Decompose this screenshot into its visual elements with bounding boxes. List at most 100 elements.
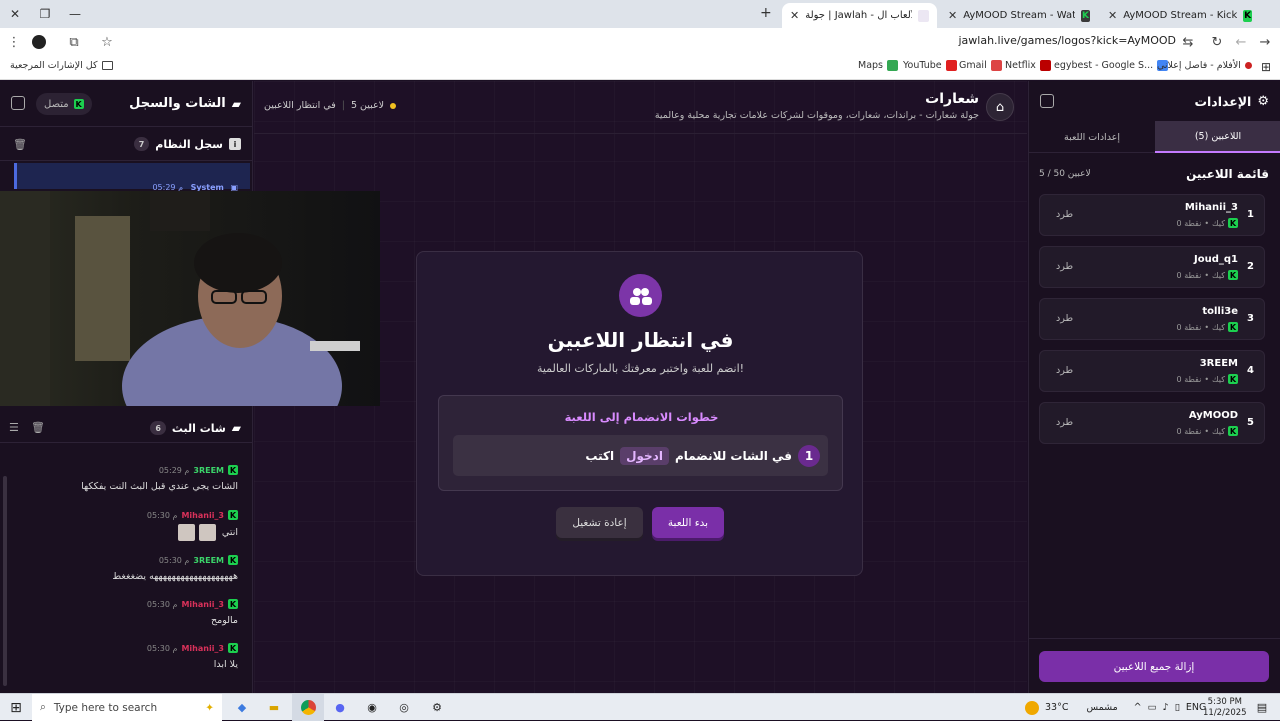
volume-icon[interactable]: ♪ (1163, 702, 1169, 713)
bookmark-netflix[interactable]: Netflix (1005, 60, 1051, 71)
players-count: 5 / 50 لاعبين (1039, 169, 1091, 179)
stream-chat-header: ☰ 🗑 6 شات البث ▰ (0, 413, 253, 443)
close-tab-icon[interactable]: ✕ (1108, 9, 1117, 22)
kick-icon: K (1228, 270, 1238, 280)
sun-icon (1025, 700, 1039, 715)
app-icon[interactable]: ◎ (390, 694, 418, 721)
tab-players[interactable]: اللاعبين (5) (1155, 121, 1280, 153)
platform-label: كيك (1212, 322, 1225, 332)
address-bar[interactable]: jawlah.live/games/logos?kick=AyMOOD (959, 34, 1177, 47)
windows-taskbar: ⊞ ⌕ Type here to search ✦ ◆ ▬ ● ◉ ◎ ⚙ 33… (0, 693, 1280, 721)
gmail-icon (990, 60, 1002, 71)
close-tab-icon[interactable]: ✕ (790, 9, 799, 22)
info-icon: i (229, 138, 241, 150)
chrome-icon[interactable] (292, 694, 324, 721)
discord-icon[interactable]: ● (326, 694, 354, 721)
player-points: 0 نقطة (1176, 218, 1202, 228)
close-tab-icon[interactable]: ✕ (948, 9, 957, 22)
jawlah-icon (918, 9, 929, 22)
start-game-button[interactable]: بدء اللعبة (652, 507, 724, 538)
start-icon[interactable]: ⊞ (0, 694, 32, 721)
menu-dots-icon[interactable]: ⋮ (2, 28, 26, 56)
copilot-icon[interactable]: ◆ (228, 694, 256, 721)
apps-grid-icon[interactable]: ⊞ (1261, 60, 1271, 74)
bookmark-youtube[interactable]: YouTube (903, 60, 957, 71)
message-text: الشات يجي عندي قبل البث النت يفككها (81, 481, 238, 492)
player-count: 5 لاعبين (350, 100, 385, 111)
file-explorer-icon[interactable]: ▬ (260, 694, 288, 721)
remove-all-players-button[interactable]: إزالة جميع اللاعبين (1039, 651, 1269, 682)
clock[interactable]: 5:30 PM 11/2/2025 (1203, 694, 1247, 721)
tab-title: جولة | Jawlah - منصة الألعاب ال (805, 10, 912, 21)
restore-window-icon[interactable]: ❐ (30, 0, 60, 28)
collapse-panel-icon[interactable] (11, 96, 25, 110)
chat-scrollbar[interactable] (3, 476, 7, 686)
minimize-window-icon[interactable]: — (60, 0, 90, 28)
taskbar-search[interactable]: ⌕ Type here to search ✦ (32, 694, 222, 721)
bookmark-label: الأفلام - فاصل إعلاني (1157, 60, 1241, 71)
bookmark-star-icon[interactable]: ☆ (95, 28, 119, 56)
bookmark-gmail[interactable]: Gmail (959, 60, 1002, 71)
player-meta: 0 نقطة • كيك K (1176, 322, 1238, 332)
trash-icon[interactable]: 🗑 (13, 138, 27, 151)
stream-chat-count: 6 (150, 421, 166, 435)
notification-icon[interactable]: ▤ (1250, 694, 1274, 721)
message-time: 05:30 م (158, 555, 190, 565)
kick-player-button[interactable]: طرد (1056, 365, 1073, 376)
new-tab-icon[interactable]: + (760, 5, 772, 21)
step-text: اكتب ادخول في الشات للانضمام (585, 447, 792, 465)
align-icon[interactable]: ☰ (9, 421, 19, 434)
bookmark-aflam[interactable]: الأفلام - فاصل إعلاني (1157, 60, 1252, 71)
kick-player-button[interactable]: طرد (1056, 261, 1073, 272)
kick-player-button[interactable]: طرد (1056, 209, 1073, 220)
message-user: 3REEM (193, 555, 224, 565)
close-window-icon[interactable]: ✕ (0, 0, 30, 28)
search-icon: ⌕ (40, 701, 46, 713)
back-icon[interactable]: → (1253, 28, 1277, 56)
weather-temp: 33°C (1045, 702, 1069, 713)
kick-player-button[interactable]: طرد (1056, 313, 1073, 324)
chat-bubble-icon: ▰ (231, 421, 241, 435)
chevron-up-icon[interactable]: ^ (1134, 702, 1142, 713)
all-bookmarks[interactable]: كل الإشارات المرجعية (10, 60, 113, 71)
tab-jawlah[interactable]: ✕ جولة | Jawlah - منصة الألعاب ال (782, 3, 937, 28)
reload-icon[interactable]: ↻ (1205, 28, 1229, 56)
stream-chat-title: 6 شات البث ▰ (150, 421, 241, 435)
webcam-image (0, 191, 380, 406)
forward-icon[interactable]: ← (1229, 28, 1253, 56)
extensions-icon[interactable]: ⧉ (62, 28, 86, 56)
kick-icon: K (1228, 218, 1238, 228)
trash-icon[interactable]: 🗑 (31, 421, 45, 434)
join-keyword: ادخول (620, 447, 669, 465)
player-name: AyMOOD (1188, 410, 1238, 421)
chat-message: 05:30 م 3REEM K هههههههههههههههههههه يضغغغ… (112, 555, 238, 582)
tab-kick-dashboard[interactable]: ✕ AyMOOD Stream - Kick Dashbo K (1100, 3, 1260, 28)
battery-icon[interactable]: ▯ (1175, 702, 1180, 713)
settings-gear-icon[interactable]: ⚙ (423, 694, 451, 721)
game-subtitle: جولة شعارات - براندات، شعارات، وموقوات ل… (654, 110, 979, 121)
join-step: 1 اكتب ادخول في الشات للانضمام (453, 435, 828, 476)
stream-chat-label: شات البث (171, 421, 226, 435)
network-icon[interactable]: ▭ (1148, 702, 1157, 713)
tab-watch-live[interactable]: ✕ AyMOOD Stream - Watch Live K (940, 3, 1098, 28)
obs-icon[interactable]: ◉ (358, 694, 386, 721)
bookmark-label: Netflix (1005, 60, 1036, 71)
folder-icon (101, 61, 113, 70)
bookmark-egybest[interactable]: egybest - Google S... (1054, 60, 1169, 71)
player-meta: 0 نقطة • كيك K (1176, 218, 1238, 228)
browser-tab-strip: ✕ ❐ — + ✕ جولة | Jawlah - منصة الألعاب ا… (0, 0, 1280, 28)
bookmark-maps[interactable]: Maps (858, 60, 898, 71)
profile-icon[interactable] (27, 28, 51, 56)
system-log-title: 7 سجل النظام i (133, 137, 241, 151)
collapse-panel-icon[interactable] (1040, 94, 1054, 108)
home-icon[interactable]: ⌂ (986, 93, 1014, 121)
restart-button[interactable]: إعادة تشغيل (556, 507, 643, 538)
tab-title: AyMOOD Stream - Watch Live (963, 10, 1075, 21)
tab-game-settings[interactable]: إعدادات اللعبة (1029, 121, 1155, 153)
site-settings-icon[interactable]: ⇆ (1176, 28, 1200, 56)
kick-player-button[interactable]: طرد (1056, 417, 1073, 428)
platform-label: كيك (1212, 426, 1225, 436)
player-index: 2 (1247, 261, 1254, 272)
system-tray: 33°C مشمس ^ ▭ ♪ ▯ ENG (1025, 694, 1206, 721)
kick-icon: K (1228, 426, 1238, 436)
